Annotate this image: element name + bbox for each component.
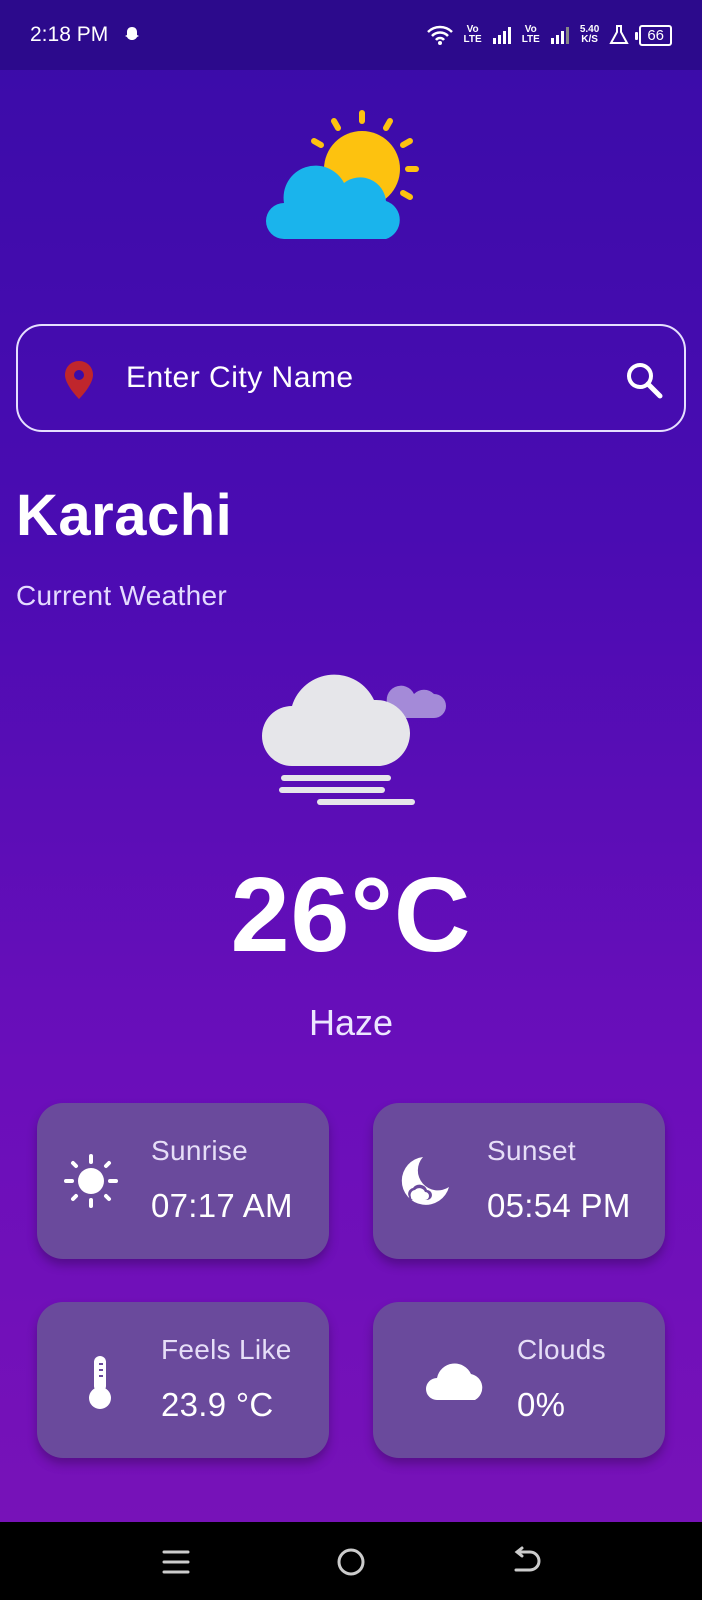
home-icon[interactable] <box>329 1540 373 1584</box>
status-bar: 2:18 PM Vo LTE Vo LTE 5.40 K/S 66 <box>0 0 702 70</box>
battery-indicator: 66 <box>635 24 672 46</box>
feels-like-card: Feels Like 23.9 °C <box>37 1302 329 1458</box>
system-navigation-bar <box>0 1522 702 1600</box>
city-name: Karachi <box>16 483 233 548</box>
card-value: 05:54 PM <box>487 1187 631 1224</box>
haze-icon <box>262 674 446 805</box>
wifi-icon <box>426 25 453 45</box>
card-label: Feels Like <box>161 1334 292 1365</box>
card-value: 07:17 AM <box>151 1187 293 1224</box>
current-weather-label: Current Weather <box>16 580 227 611</box>
city-search-box <box>16 324 686 432</box>
search-icon[interactable] <box>622 358 666 402</box>
flask-icon <box>609 25 629 44</box>
weather-condition: Haze <box>308 1002 394 1043</box>
location-pin-icon <box>65 361 93 399</box>
temperature-value: 26°C <box>230 856 472 974</box>
city-name-input[interactable] <box>126 356 606 400</box>
snapchat-icon <box>125 27 140 40</box>
clouds-card: Clouds 0% <box>373 1302 665 1458</box>
signal-icon-1 <box>492 27 511 44</box>
card-label: Sunrise <box>151 1135 249 1166</box>
status-time: 2:18 PM <box>30 23 109 46</box>
menu-icon[interactable] <box>154 1540 198 1584</box>
sun-icon <box>64 1154 118 1208</box>
app-logo-sun-cloud-icon <box>266 110 419 239</box>
volte-indicator-2: Vo LTE <box>521 24 540 45</box>
app-screen: 2:18 PM Vo LTE Vo LTE 5.40 K/S 66 Enter … <box>0 0 702 1522</box>
card-label: Clouds <box>517 1334 606 1365</box>
network-speed: 5.40 K/S <box>579 24 600 45</box>
back-icon[interactable] <box>504 1540 548 1584</box>
signal-icon-2 <box>550 27 569 44</box>
card-value: 0% <box>517 1386 566 1423</box>
cloud-icon <box>426 1363 483 1400</box>
volte-indicator-1: Vo LTE <box>463 24 482 45</box>
card-label: Sunset <box>487 1135 576 1166</box>
card-value: 23.9 °C <box>161 1386 274 1423</box>
sunset-card: Sunset 05:54 PM <box>373 1103 665 1259</box>
sunrise-card: Sunrise 07:17 AM <box>37 1103 329 1259</box>
moon-icon <box>401 1157 449 1205</box>
thermometer-icon <box>89 1356 111 1409</box>
